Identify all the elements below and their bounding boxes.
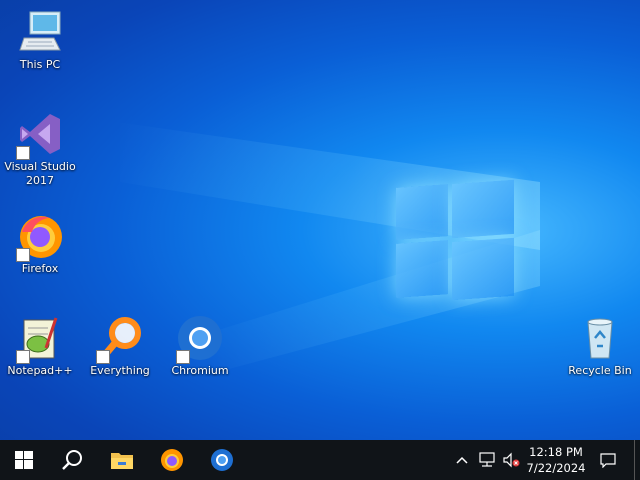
desktop-icon-label: Firefox: [21, 262, 59, 275]
notification-icon: [600, 452, 616, 468]
taskbar-file-explorer[interactable]: [98, 440, 146, 480]
start-button[interactable]: [0, 440, 48, 480]
desktop-icon-label: Notepad++: [7, 364, 73, 377]
everything-search-icon: [96, 314, 144, 364]
recycle-bin-icon: [576, 314, 624, 362]
shortcut-arrow-icon: [16, 350, 30, 364]
file-explorer-icon: [111, 453, 133, 469]
taskbar: 12:18 PM 7/22/2024: [0, 440, 640, 480]
desktop-icon-chromium[interactable]: Chromium: [163, 314, 237, 378]
desktop-icon-label: Visual Studio 2017: [4, 160, 76, 187]
taskbar-firefox[interactable]: [148, 440, 196, 480]
desktop-icon-this-pc[interactable]: This PC: [3, 8, 77, 72]
network-tray-button[interactable]: [476, 440, 498, 480]
desktop-icon-notepad-plus-plus[interactable]: Notepad++: [3, 314, 77, 378]
volume-tray-button[interactable]: [500, 440, 522, 480]
start-icon: [15, 451, 33, 469]
desktop-icon-everything[interactable]: Everything: [83, 314, 157, 378]
desktop-icon-label: Recycle Bin: [568, 364, 632, 377]
chromium-icon: [211, 449, 233, 471]
desktop-icon-recycle-bin[interactable]: Recycle Bin: [563, 314, 637, 378]
chromium-icon: [176, 314, 224, 364]
taskbar-chromium[interactable]: [198, 440, 246, 480]
desktop-icon-label: Chromium: [171, 364, 229, 377]
shortcut-arrow-icon: [96, 350, 110, 364]
search-button[interactable]: [48, 440, 96, 480]
visual-studio-icon: [16, 110, 64, 160]
network-icon: [479, 452, 495, 467]
show-hidden-icons-button[interactable]: [452, 440, 472, 480]
computer-icon: [16, 8, 64, 56]
chevron-up-icon: [456, 456, 468, 464]
action-center-button[interactable]: [594, 440, 622, 480]
taskbar-clock[interactable]: 12:18 PM 7/22/2024: [522, 444, 590, 476]
clock-time: 12:18 PM: [529, 445, 583, 459]
clock-date: 7/22/2024: [526, 461, 586, 475]
windows-wallpaper-logo: [396, 179, 516, 301]
shortcut-arrow-icon: [16, 248, 30, 262]
search-icon: [62, 450, 82, 470]
desktop-icon-visual-studio[interactable]: Visual Studio 2017: [3, 110, 77, 188]
volume-muted-icon: [503, 452, 520, 468]
shortcut-arrow-icon: [176, 350, 190, 364]
firefox-icon: [16, 212, 64, 262]
desktop-icon-firefox[interactable]: Firefox: [3, 212, 77, 276]
shortcut-arrow-icon: [16, 146, 30, 160]
notepad-plus-plus-icon: [16, 314, 64, 364]
show-desktop-button[interactable]: [634, 440, 640, 480]
desktop-icon-label: This PC: [19, 58, 61, 71]
desktop-icon-label: Everything: [90, 364, 150, 377]
firefox-icon: [161, 449, 183, 471]
